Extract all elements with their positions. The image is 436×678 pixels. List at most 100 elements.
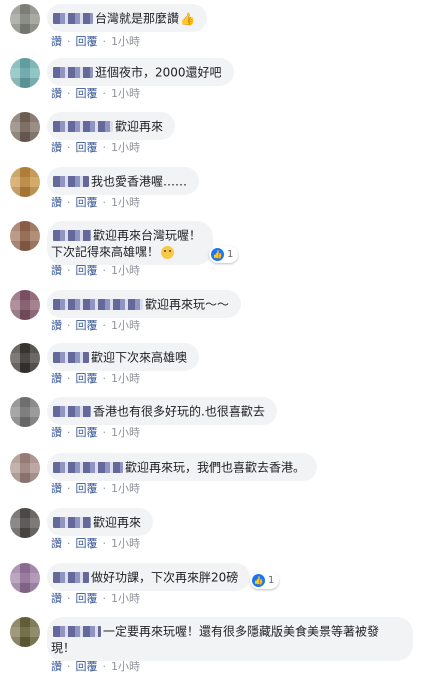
comment-actions: 讚 · 回覆 · 1小時 (51, 35, 140, 48)
smile-emoji-icon (161, 245, 175, 259)
reply-link[interactable]: 回覆 (76, 35, 98, 48)
comment-time[interactable]: 1小時 (111, 141, 140, 154)
avatar[interactable] (10, 508, 40, 538)
commenter-name[interactable] (53, 352, 89, 363)
like-link[interactable]: 讚 (51, 35, 62, 48)
comment-time[interactable]: 1小時 (111, 35, 140, 48)
like-link[interactable]: 讚 (51, 87, 62, 100)
avatar[interactable] (10, 453, 40, 483)
comment-time[interactable]: 1小時 (111, 372, 140, 385)
avatar[interactable] (10, 4, 40, 34)
commenter-name[interactable] (53, 406, 91, 417)
comment-text-line2: 下次記得來高雄嘿！ (51, 245, 160, 259)
comment-actions: 讚 · 回覆 · 1小時 (51, 264, 140, 277)
comment-text: 一定要再來玩喔！還有很多隱藏版美食美景等著被發 (103, 624, 380, 639)
comment-bubble: 歡迎再來玩～～ (47, 290, 242, 318)
comment-actions: 讚 · 回覆 · 1小時 (51, 372, 140, 385)
comment-actions: 讚 · 回覆 · 1小時 (51, 482, 140, 495)
commenter-name[interactable] (53, 626, 101, 637)
thumbs-up-emoji-icon: 👍 (180, 11, 195, 26)
comment-feed: 台灣就是那麼讚👍 讚 · 回覆 · 1小時 逛個夜市，2000還好吧 讚 · 回覆 · 1小時 … (0, 0, 436, 678)
comment-time[interactable]: 1小時 (111, 196, 140, 209)
reply-link[interactable]: 回覆 (76, 264, 98, 277)
comment-actions: 讚 · 回覆 · 1小時 (51, 592, 140, 605)
like-link[interactable]: 讚 (51, 537, 62, 550)
commenter-name[interactable] (53, 517, 91, 528)
avatar[interactable] (10, 617, 40, 647)
reply-link[interactable]: 回覆 (76, 592, 98, 605)
comment-text-line2: 現！ (51, 641, 76, 655)
comment-text: 歡迎再來台灣玩喔！ (93, 228, 202, 243)
comment-text: 我也愛香港喔…… (91, 174, 188, 189)
comment-time[interactable]: 1小時 (111, 482, 140, 495)
like-link[interactable]: 讚 (51, 592, 62, 605)
commenter-name[interactable] (53, 299, 143, 310)
comment-bubble: 歡迎下次來高雄噢 (47, 343, 200, 371)
comment-bubble: 香港也有很多好玩的.也很喜歡去 (47, 397, 277, 425)
avatar[interactable] (10, 563, 40, 593)
comment-bubble: 歡迎再來玩，我們也喜歡去香港。 (47, 453, 318, 481)
reply-link[interactable]: 回覆 (76, 537, 98, 550)
reply-link[interactable]: 回覆 (76, 426, 98, 439)
comment-time[interactable]: 1小時 (111, 592, 140, 605)
reply-link[interactable]: 回覆 (76, 141, 98, 154)
like-link[interactable]: 讚 (51, 141, 62, 154)
avatar[interactable] (10, 112, 40, 142)
comment-actions: 讚 · 回覆 · 1小時 (51, 87, 140, 100)
comment-text: 歡迎再來玩，我們也喜歡去香港。 (125, 460, 306, 475)
comment-bubble: 逛個夜市，2000還好吧 (47, 58, 234, 86)
comment-text: 歡迎再來 (93, 515, 142, 530)
reaction-count[interactable]: 👍 1 (209, 246, 239, 263)
comment-time[interactable]: 1小時 (111, 319, 140, 332)
like-link[interactable]: 讚 (51, 426, 62, 439)
like-link[interactable]: 讚 (51, 660, 62, 673)
avatar[interactable] (10, 58, 40, 88)
comment-time[interactable]: 1小時 (111, 660, 140, 673)
comment-actions: 讚 · 回覆 · 1小時 (51, 141, 140, 154)
commenter-name[interactable] (53, 462, 123, 473)
avatar[interactable] (10, 221, 40, 251)
like-link[interactable]: 讚 (51, 482, 62, 495)
comment-bubble: 一定要再來玩喔！還有很多隱藏版美食美景等著被發 現！ (47, 617, 413, 661)
reaction-count[interactable]: 👍 1 (250, 572, 280, 589)
reply-link[interactable]: 回覆 (76, 87, 98, 100)
reply-link[interactable]: 回覆 (76, 319, 98, 332)
comment-text: 做好功課，下次再來胖20磅 (91, 570, 239, 585)
comment-bubble: 做好功課，下次再來胖20磅 (47, 563, 251, 591)
reply-link[interactable]: 回覆 (76, 482, 98, 495)
comment-text: 台灣就是那麼讚 (95, 11, 180, 26)
comment-time[interactable]: 1小時 (111, 87, 140, 100)
avatar[interactable] (10, 167, 40, 197)
comment-text: 歡迎再來玩～～ (145, 297, 230, 312)
comment-text: 歡迎下次來高雄噢 (91, 350, 188, 365)
reply-link[interactable]: 回覆 (76, 372, 98, 385)
commenter-name[interactable] (53, 176, 89, 187)
reply-link[interactable]: 回覆 (76, 196, 98, 209)
avatar[interactable] (10, 290, 40, 320)
comment-bubble: 台灣就是那麼讚👍 (47, 4, 207, 32)
commenter-name[interactable] (53, 13, 93, 24)
comment-text: 香港也有很多好玩的.也很喜歡去 (93, 404, 265, 419)
like-link[interactable]: 讚 (51, 319, 62, 332)
comment-time[interactable]: 1小時 (111, 426, 140, 439)
commenter-name[interactable] (53, 230, 91, 241)
like-icon: 👍 (211, 248, 224, 261)
reply-link[interactable]: 回覆 (76, 660, 98, 673)
like-link[interactable]: 讚 (51, 264, 62, 277)
like-link[interactable]: 讚 (51, 196, 62, 209)
commenter-name[interactable] (53, 572, 89, 583)
comment-actions: 讚 · 回覆 · 1小時 (51, 660, 140, 673)
avatar[interactable] (10, 397, 40, 427)
comment-bubble: 歡迎再來 (47, 112, 176, 140)
commenter-name[interactable] (53, 121, 113, 132)
avatar[interactable] (10, 343, 40, 373)
comment-text: 逛個夜市，2000還好吧 (95, 65, 222, 80)
comment-time[interactable]: 1小時 (111, 537, 140, 550)
comment-time[interactable]: 1小時 (111, 264, 140, 277)
comment-bubble: 我也愛香港喔…… (47, 167, 200, 195)
comment-actions: 讚 · 回覆 · 1小時 (51, 319, 140, 332)
commenter-name[interactable] (53, 67, 93, 78)
comment-actions: 讚 · 回覆 · 1小時 (51, 426, 140, 439)
like-link[interactable]: 讚 (51, 372, 62, 385)
comment-bubble: 歡迎再來 (47, 508, 154, 536)
